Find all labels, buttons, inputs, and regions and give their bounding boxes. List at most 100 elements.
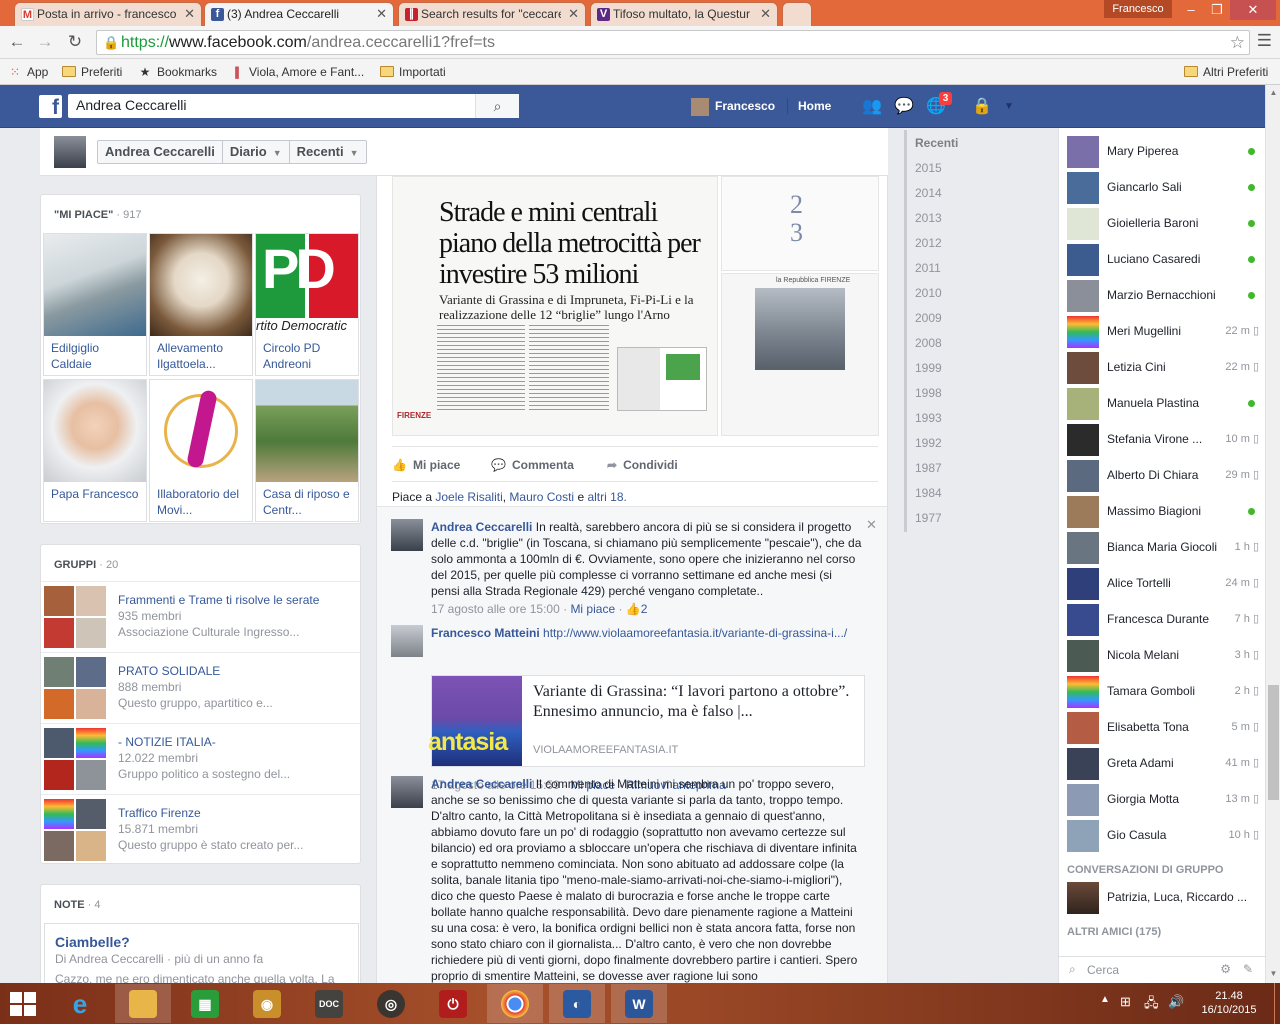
bookmark-bookmarks[interactable]: ★ Bookmarks bbox=[138, 63, 217, 81]
fb-user-link[interactable]: Francesco bbox=[691, 97, 775, 116]
post-photo-newspaper[interactable]: Strade e mini centrali piano della metro… bbox=[392, 176, 718, 436]
chat-friend[interactable]: Gioielleria Baroni bbox=[1067, 206, 1265, 242]
tab-facebook[interactable]: f (3) Andrea Ceccarelli ✕ bbox=[204, 2, 394, 26]
liked-page-tile[interactable]: Edilgiglio Caldaie bbox=[43, 233, 147, 376]
year-link[interactable]: 1999 bbox=[915, 360, 942, 376]
chat-friend[interactable]: Marzio Bernacchioni bbox=[1067, 278, 1265, 314]
other-friends-heading[interactable]: ALTRI AMICI (175) bbox=[1067, 926, 1161, 938]
chat-friend[interactable]: Alice Tortelli 24 m ▯ bbox=[1067, 566, 1265, 602]
facebook-search-input[interactable]: Andrea Ceccarelli ⌕ bbox=[68, 94, 519, 118]
chat-friend[interactable]: Giorgia Motta 13 m ▯ bbox=[1067, 782, 1265, 818]
year-link[interactable]: 2009 bbox=[915, 310, 942, 326]
group-item[interactable]: Frammenti e Trame ti risolve le serate 9… bbox=[41, 581, 360, 652]
taskbar-app[interactable]: ▦ bbox=[177, 984, 233, 1023]
year-link[interactable]: 1993 bbox=[915, 410, 942, 426]
group-item[interactable]: - NOTIZIE ITALIA- 12.022 membri Gruppo p… bbox=[41, 723, 360, 794]
comment-button[interactable]: 💬 Commenta bbox=[491, 458, 574, 472]
chat-friend[interactable]: Meri Mugellini 22 m ▯ bbox=[1067, 314, 1265, 350]
chat-friend[interactable]: Greta Adami 41 m ▯ bbox=[1067, 746, 1265, 782]
liked-page-tile[interactable]: Illaboratorio del Movi... bbox=[149, 379, 253, 522]
gear-icon[interactable]: ⚙ bbox=[1220, 962, 1231, 976]
bookmark-importati[interactable]: Importati bbox=[380, 63, 446, 81]
tab-search-results[interactable]: ∥ Search results for "ceccare ✕ bbox=[398, 2, 586, 26]
bookmark-star-icon[interactable]: ☆ bbox=[1230, 31, 1245, 54]
restore-icon[interactable]: ❐ bbox=[1204, 0, 1230, 20]
taskbar-app[interactable] bbox=[487, 984, 543, 1023]
back-arrow-icon[interactable]: ← bbox=[6, 31, 28, 53]
taskbar-app[interactable]: ◐ bbox=[549, 984, 605, 1023]
liked-page-tile[interactable]: Allevamento Ilgattoela... bbox=[149, 233, 253, 376]
scrollbar-thumb[interactable] bbox=[1268, 685, 1279, 800]
year-link[interactable]: 1998 bbox=[915, 385, 942, 401]
show-desktop-button[interactable] bbox=[1274, 983, 1280, 1024]
bookmark-other[interactable]: Altri Preferiti bbox=[1184, 63, 1268, 81]
bookmark-apps[interactable]: ⁙ App bbox=[8, 63, 48, 81]
year-link[interactable]: 1984 bbox=[915, 485, 942, 501]
profile-avatar[interactable] bbox=[54, 136, 86, 168]
year-link[interactable]: 2013 bbox=[915, 210, 942, 226]
chat-friend[interactable]: Nicola Melani 3 h ▯ bbox=[1067, 638, 1265, 674]
account-menu-caret-icon[interactable]: ▼ bbox=[999, 97, 1019, 117]
home-link[interactable]: Home bbox=[798, 97, 831, 115]
chat-friend[interactable]: Elisabetta Tona 5 m ▯ bbox=[1067, 710, 1265, 746]
close-tab-icon[interactable]: ✕ bbox=[184, 6, 195, 22]
privacy-lock-icon[interactable]: 🔒 bbox=[972, 97, 992, 117]
profile-name-link[interactable]: Andrea Ceccarelli bbox=[98, 141, 222, 163]
tab-news[interactable]: V Tifoso multato, la Questur ✕ bbox=[590, 2, 778, 26]
tray-expand-icon[interactable]: ▲ bbox=[1100, 994, 1110, 1005]
year-link[interactable]: 2011 bbox=[915, 260, 941, 276]
close-tab-icon[interactable]: ✕ bbox=[568, 6, 579, 22]
chat-search-input[interactable]: ⌕ Cerca ⚙ ✎ bbox=[1059, 956, 1265, 983]
liked-page-tile[interactable]: PD rtito Democratic Circolo PD Andreoni bbox=[255, 233, 359, 376]
chat-friend[interactable]: Alberto Di Chiara 29 m ▯ bbox=[1067, 458, 1265, 494]
year-link[interactable]: 1992 bbox=[915, 435, 942, 451]
chat-friend[interactable]: Gio Casula 10 h ▯ bbox=[1067, 818, 1265, 854]
chat-friend[interactable]: Tamara Gomboli 2 h ▯ bbox=[1067, 674, 1265, 710]
year-link[interactable]: 1977 bbox=[915, 510, 942, 526]
post-photo-thumb[interactable]: la Repubblica FIRENZE bbox=[721, 273, 879, 436]
year-link[interactable]: 2014 bbox=[915, 185, 942, 201]
chat-friend[interactable]: Francesca Durante 7 h ▯ bbox=[1067, 602, 1265, 638]
share-button[interactable]: ➦ Condividi bbox=[607, 458, 678, 472]
link-preview-card[interactable]: antasia Variante di Grassina: “I lavori … bbox=[428, 675, 865, 767]
chat-friend[interactable]: Manuela Plastina bbox=[1067, 386, 1265, 422]
forward-arrow-icon[interactable]: → bbox=[34, 31, 56, 53]
chat-friend[interactable]: Letizia Cini 22 m ▯ bbox=[1067, 350, 1265, 386]
close-icon[interactable]: ✕ bbox=[866, 517, 877, 533]
tab-gmail[interactable]: M Posta in arrivo - francesco ✕ bbox=[14, 2, 202, 26]
year-link[interactable]: 2012 bbox=[915, 235, 942, 251]
close-tab-icon[interactable]: ✕ bbox=[760, 6, 771, 22]
page-scrollbar[interactable]: ▲ ▼ bbox=[1265, 85, 1280, 983]
volume-icon[interactable]: 🔊 bbox=[1168, 994, 1184, 1010]
chrome-menu-icon[interactable]: ☰ bbox=[1257, 31, 1272, 51]
taskbar-app[interactable]: ◎ bbox=[363, 984, 419, 1023]
chat-friend[interactable]: Stefania Virone ... 10 m ▯ bbox=[1067, 422, 1265, 458]
chat-friend[interactable]: Bianca Maria Giocoli 1 h ▯ bbox=[1067, 530, 1265, 566]
avatar[interactable] bbox=[391, 776, 423, 808]
taskbar-app[interactable]: DOC bbox=[301, 984, 357, 1023]
group-item[interactable]: PRATO SOLIDALE 888 membri Questo gruppo,… bbox=[41, 652, 360, 723]
search-icon[interactable]: ⌕ bbox=[475, 94, 519, 118]
avatar[interactable] bbox=[391, 625, 423, 657]
facebook-logo-icon[interactable]: f bbox=[39, 95, 62, 119]
note-preview[interactable]: Ciambelle? Di Andrea Ceccarelli · più di… bbox=[44, 923, 359, 983]
avatar[interactable] bbox=[391, 519, 423, 551]
year-link[interactable]: 2008 bbox=[915, 335, 942, 351]
taskbar-app[interactable]: ◉ bbox=[239, 984, 295, 1023]
address-bar[interactable]: 🔒 https://www.facebook.com/andrea.ceccar… bbox=[96, 30, 1250, 55]
bookmark-viola[interactable]: ∥ Viola, Amore e Fant... bbox=[230, 63, 364, 81]
minimize-icon[interactable]: – bbox=[1178, 0, 1204, 20]
note-title[interactable]: Ciambelle? bbox=[55, 934, 348, 950]
chat-friend[interactable]: Giancarlo Sali bbox=[1067, 170, 1265, 206]
chat-friend[interactable]: Mary Piperea bbox=[1067, 134, 1265, 170]
window-close-icon[interactable]: ✕ bbox=[1230, 0, 1276, 20]
group-item[interactable]: Traffico Firenze 15.871 membri Questo gr… bbox=[41, 794, 360, 865]
bookmark-preferiti[interactable]: Preferiti bbox=[62, 63, 122, 81]
liked-page-tile[interactable]: Casa di riposo e Centr... bbox=[255, 379, 359, 522]
action-center-icon[interactable]: ⊞ bbox=[1120, 994, 1131, 1010]
compose-icon[interactable]: ✎ bbox=[1243, 962, 1253, 976]
taskbar-app[interactable]: ⏻ bbox=[425, 984, 481, 1023]
messages-icon[interactable]: 💬 bbox=[894, 97, 914, 117]
taskbar-clock[interactable]: 21.48 16/10/2015 bbox=[1200, 989, 1258, 1017]
friend-requests-icon[interactable]: 👥 bbox=[862, 97, 882, 117]
